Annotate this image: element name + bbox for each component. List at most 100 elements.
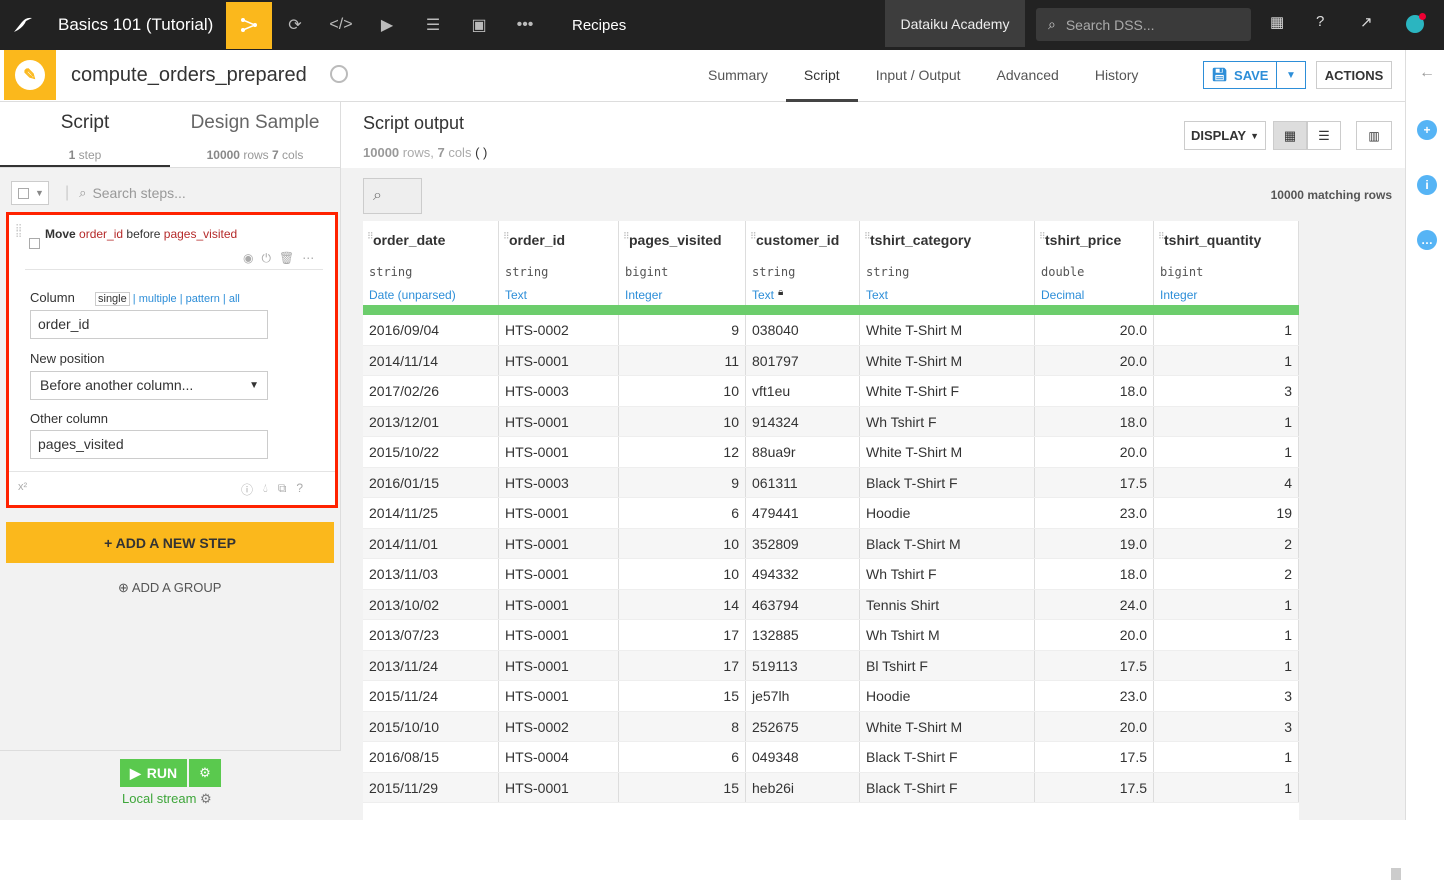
table-cell[interactable]: 88ua9r [746, 437, 860, 467]
table-cell[interactable]: 1 [1154, 437, 1299, 467]
table-cell[interactable]: 17.5 [1035, 467, 1154, 497]
color-drop-icon[interactable]: 💧︎ [263, 481, 268, 498]
avatar[interactable] [1406, 13, 1426, 33]
table-row[interactable]: 2013/10/02 HTS-0001 14 463794 Tennis Shirt 24… [363, 589, 1299, 620]
table-row[interactable]: 2014/11/25 HTS-0001 6 479441 Hoodie 23.0 19 [363, 498, 1299, 529]
table-cell[interactable]: Black T-Shirt F [860, 467, 1035, 497]
mode-multiple[interactable]: multiple [139, 293, 177, 305]
scrollbar[interactable] [1391, 868, 1401, 880]
table-cell[interactable]: 23.0 [1035, 498, 1154, 528]
column-meaning[interactable]: Integer [625, 288, 662, 302]
table-cell[interactable]: 6 [619, 498, 746, 528]
table-cell[interactable]: 10 [619, 406, 746, 436]
table-cell[interactable]: je57lh [746, 681, 860, 711]
table-cell[interactable]: 10 [619, 528, 746, 558]
table-cell[interactable]: 20.0 [1035, 315, 1154, 345]
project-name[interactable]: Basics 101 (Tutorial) [58, 15, 226, 35]
add-icon[interactable]: + [1417, 120, 1437, 140]
table-cell[interactable]: White T-Shirt M [860, 711, 1035, 741]
column-meaning[interactable]: Date (unparsed) [369, 288, 456, 302]
table-cell[interactable]: 519113 [746, 650, 860, 680]
table-cell[interactable]: Hoodie [860, 681, 1035, 711]
tab-script[interactable]: Script [785, 50, 858, 102]
flow-icon[interactable] [226, 1, 272, 49]
table-cell[interactable]: 914324 [746, 406, 860, 436]
table-cell[interactable]: 14 [619, 589, 746, 619]
run-settings-button[interactable]: ⚙ [189, 759, 221, 787]
add-group-button[interactable]: ⊕ ADD A GROUP [118, 580, 221, 596]
column-header[interactable]: ⠿ tshirt_price double Decimal [1035, 221, 1154, 305]
table-cell[interactable]: HTS-0001 [499, 559, 619, 589]
table-cell[interactable]: 18.0 [1035, 406, 1154, 436]
column-meaning[interactable]: Decimal [1041, 288, 1084, 302]
save-button[interactable]: 💾︎ SAVE [1203, 61, 1277, 89]
table-cell[interactable]: 11 [619, 345, 746, 375]
table-cell[interactable]: 1 [1154, 589, 1299, 619]
table-view-button[interactable]: ▦ [1273, 121, 1307, 150]
table-cell[interactable]: 19 [1154, 498, 1299, 528]
column-header[interactable]: ⠿ customer_id string Text 🔒︎ [746, 221, 860, 305]
column-storage-type[interactable]: bigint [625, 265, 668, 279]
table-cell[interactable]: 23.0 [1035, 681, 1154, 711]
table-row[interactable]: 2016/08/15 HTS-0004 6 049348 Black T-Shirt F… [363, 742, 1299, 773]
table-cell[interactable]: 2013/12/01 [363, 406, 499, 436]
table-cell[interactable]: heb26i [746, 772, 860, 802]
table-cell[interactable]: 038040 [746, 315, 860, 345]
column-input[interactable]: order_id [30, 310, 268, 339]
power-icon[interactable]: ⏻ [261, 251, 271, 266]
table-cell[interactable]: Wh Tshirt F [860, 559, 1035, 589]
table-cell[interactable]: White T-Shirt F [860, 376, 1035, 406]
column-header[interactable]: ⠿ pages_visited bigint Integer [619, 221, 746, 305]
table-cell[interactable]: 2 [1154, 528, 1299, 558]
table-cell[interactable]: HTS-0003 [499, 467, 619, 497]
table-cell[interactable]: 9 [619, 467, 746, 497]
columns-view-button[interactable]: ☰ [1307, 121, 1341, 150]
grid-search-button[interactable]: ⌕ [363, 178, 422, 214]
display-dropdown[interactable]: DISPLAY ▼ [1184, 121, 1266, 150]
table-row[interactable]: 2016/01/15 HTS-0003 9 061311 Black T-Shirt F… [363, 467, 1299, 498]
activity-icon[interactable]: ↗ [1360, 13, 1373, 31]
tab-input-output[interactable]: Input / Output [858, 50, 979, 102]
table-cell[interactable]: 3 [1154, 681, 1299, 711]
column-storage-type[interactable]: string [752, 265, 795, 279]
table-cell[interactable]: 9 [619, 315, 746, 345]
engine-selector[interactable]: Local stream ⚙ [122, 791, 212, 807]
table-row[interactable]: 2015/10/10 HTS-0002 8 252675 White T-Shirt M… [363, 711, 1299, 742]
mode-pattern[interactable]: pattern [186, 293, 220, 305]
table-cell[interactable]: 20.0 [1035, 711, 1154, 741]
table-cell[interactable]: 479441 [746, 498, 860, 528]
column-meaning[interactable]: Text [866, 288, 888, 302]
help-icon[interactable]: ? [1316, 13, 1324, 30]
table-cell[interactable]: 1 [1154, 345, 1299, 375]
table-cell[interactable]: Wh Tshirt F [860, 406, 1035, 436]
table-cell[interactable]: HTS-0001 [499, 528, 619, 558]
column-header[interactable]: ⠿ order_date string Date (unparsed) [363, 221, 499, 305]
table-cell[interactable]: 2016/08/15 [363, 742, 499, 772]
column-storage-type[interactable]: string [505, 265, 548, 279]
mode-single[interactable]: single [95, 292, 130, 306]
info-icon[interactable]: i [1417, 175, 1437, 195]
table-cell[interactable]: HTS-0004 [499, 742, 619, 772]
table-cell[interactable]: 2 [1154, 559, 1299, 589]
tab-advanced[interactable]: Advanced [979, 50, 1077, 102]
table-cell[interactable]: 8 [619, 711, 746, 741]
column-storage-type[interactable]: string [369, 265, 412, 279]
table-cell[interactable]: 17.5 [1035, 772, 1154, 802]
run-button[interactable]: ▶ RUN [120, 759, 187, 787]
table-cell[interactable]: HTS-0003 [499, 376, 619, 406]
column-meaning[interactable]: Text [752, 288, 774, 302]
new-position-select[interactable]: Before another column... ▼ [30, 371, 268, 400]
table-cell[interactable]: Black T-Shirt F [860, 772, 1035, 802]
column-storage-type[interactable]: bigint [1160, 265, 1203, 279]
table-cell[interactable]: vft1eu [746, 376, 860, 406]
table-cell[interactable]: 2016/09/04 [363, 315, 499, 345]
table-cell[interactable]: 1 [1154, 406, 1299, 436]
table-cell[interactable]: 2017/02/26 [363, 376, 499, 406]
table-cell[interactable]: 132885 [746, 620, 860, 650]
table-cell[interactable]: 049348 [746, 742, 860, 772]
table-cell[interactable]: HTS-0001 [499, 650, 619, 680]
table-cell[interactable]: 20.0 [1035, 345, 1154, 375]
copy-icon[interactable]: ⧉ [278, 481, 287, 498]
table-cell[interactable]: 20.0 [1035, 620, 1154, 650]
discussion-icon[interactable]: … [1417, 230, 1437, 250]
